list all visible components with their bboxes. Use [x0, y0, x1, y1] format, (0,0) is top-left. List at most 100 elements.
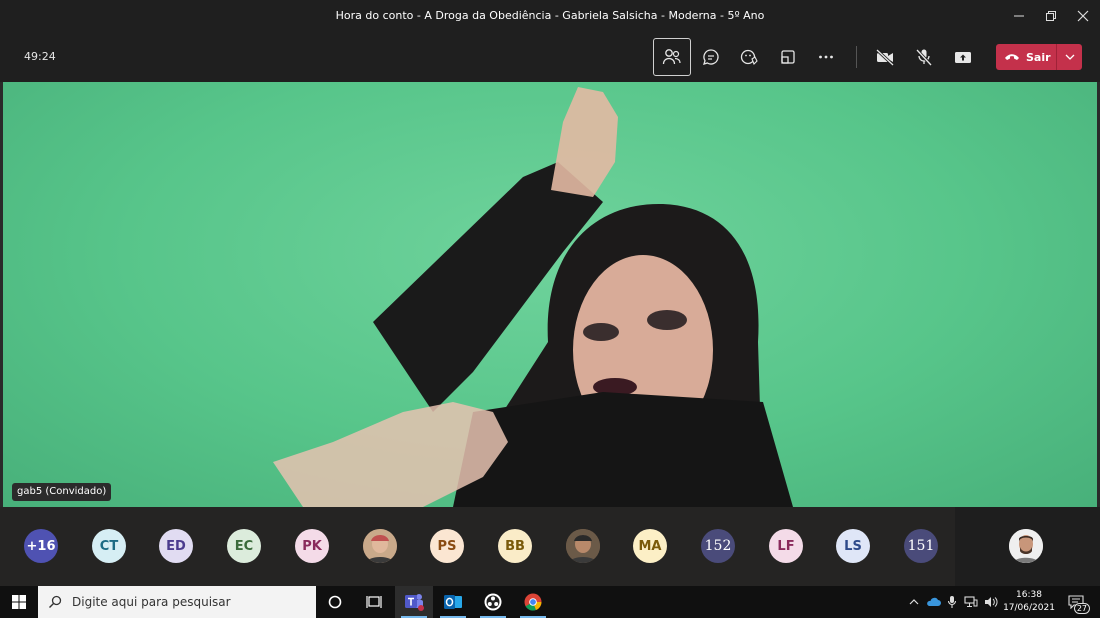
avatar-initials: +16 [26, 538, 56, 554]
start-button[interactable] [0, 586, 38, 618]
cortana-icon [328, 595, 342, 609]
minimize-button[interactable] [1003, 0, 1035, 32]
clock-time: 16:38 [1016, 590, 1042, 600]
restore-button[interactable] [1035, 0, 1067, 32]
rooms-icon [781, 50, 795, 64]
participants-icon [662, 49, 681, 65]
leave-button-main[interactable]: Sair [996, 44, 1056, 70]
chevron-up-icon [909, 599, 919, 605]
reactions-button[interactable] [730, 38, 768, 76]
avatar-initials: ED [166, 538, 186, 554]
avatar-initials: CT [99, 538, 119, 554]
avatar-initials: EC [234, 538, 254, 554]
participant-photo [363, 529, 397, 563]
outlook-icon [444, 595, 462, 609]
participant-photo [566, 529, 600, 563]
self-avatar [1009, 529, 1043, 563]
camera-off-icon [875, 48, 895, 66]
network-icon [964, 596, 978, 607]
share-icon [955, 52, 971, 63]
search-placeholder: Digite aqui para pesquisar [72, 595, 231, 609]
camera-toggle-button[interactable] [866, 38, 904, 76]
participant-avatar[interactable]: MA [633, 529, 667, 563]
leave-options-button[interactable] [1057, 44, 1082, 70]
avatar-initials: 151 [907, 538, 935, 554]
chat-icon [703, 49, 719, 65]
leave-label: Sair [1026, 50, 1051, 64]
clock-date: 17/06/2021 [1003, 603, 1055, 613]
network-tray-button[interactable] [962, 586, 980, 618]
teams-meeting-window: Hora do conto - A Droga da Obediência - … [0, 0, 1100, 618]
hang-up-icon [1005, 54, 1019, 60]
notification-count: 27 [1073, 603, 1090, 614]
show-hidden-icons-button[interactable] [905, 586, 923, 618]
participant-avatar[interactable]: PK [295, 529, 329, 563]
obs-icon [484, 593, 502, 611]
avatar-initials: LS [844, 538, 862, 554]
taskbar-search[interactable]: Digite aqui para pesquisar [38, 586, 316, 618]
avatar-initials: MA [638, 538, 662, 554]
task-view-icon [366, 596, 382, 608]
participant-photo-avatar[interactable] [566, 529, 600, 563]
avatar-initials: BB [505, 538, 525, 554]
microphone-tray-button[interactable] [943, 586, 961, 618]
participant-avatar[interactable]: PS [430, 529, 464, 563]
onedrive-tray-button[interactable] [924, 586, 942, 618]
share-screen-button[interactable] [944, 38, 982, 76]
close-icon [1077, 10, 1089, 22]
avatar-initials: 152 [704, 538, 732, 554]
cloud-icon [927, 597, 941, 606]
taskbar-clock[interactable]: 16:38 17/06/2021 [1002, 589, 1056, 615]
chevron-down-icon [1065, 54, 1074, 60]
participant-avatar[interactable]: 152 [701, 529, 735, 563]
outlook-taskbar-button[interactable] [434, 586, 472, 618]
obs-taskbar-button[interactable] [474, 586, 512, 618]
teams-icon [405, 594, 424, 611]
participant-avatar[interactable]: ED [159, 529, 193, 563]
chrome-taskbar-button[interactable] [514, 586, 552, 618]
meeting-timer: 49:24 [24, 50, 56, 63]
more-icon [819, 55, 833, 59]
search-icon [49, 595, 62, 608]
chat-button[interactable] [692, 38, 730, 76]
self-view[interactable] [955, 507, 1100, 586]
task-view-button[interactable] [355, 586, 393, 618]
mic-toggle-button[interactable] [905, 38, 943, 76]
participant-avatar[interactable]: LS [836, 529, 870, 563]
windows-taskbar: Digite aqui para pesquisar 16:38 17/06/2… [0, 586, 1100, 618]
minimize-icon [1014, 15, 1024, 17]
volume-tray-button[interactable] [981, 586, 1001, 618]
restore-icon [1046, 11, 1056, 21]
raise-hand-icon [740, 49, 758, 65]
presenter-video [273, 87, 793, 507]
participants-strip: +16 CT ED EC PK PS BB MA 152 LF LS 151 [0, 507, 1100, 586]
volume-icon [985, 597, 998, 607]
mic-off-icon [915, 48, 933, 66]
participant-photo-avatar[interactable] [363, 529, 397, 563]
participant-avatar[interactable]: BB [498, 529, 532, 563]
participant-avatar[interactable]: LF [769, 529, 803, 563]
breakout-rooms-button[interactable] [769, 38, 807, 76]
teams-taskbar-button[interactable] [395, 586, 433, 618]
toolbar-divider [856, 46, 857, 68]
windows-logo-icon [12, 595, 26, 609]
avatar-initials: PK [302, 538, 322, 554]
participant-name-tag: gab5 (Convidado) [12, 483, 112, 501]
title-bar: Hora do conto - A Droga da Obediência - … [0, 0, 1100, 32]
cortana-button[interactable] [316, 586, 354, 618]
participants-button[interactable] [653, 38, 691, 76]
avatar-initials: PS [437, 538, 457, 554]
participant-avatar[interactable]: +16 [24, 529, 58, 563]
meeting-toolbar: 49:24 Sair [0, 32, 1100, 82]
participant-avatar[interactable]: CT [92, 529, 126, 563]
leave-meeting-button[interactable]: Sair [996, 44, 1082, 70]
more-actions-button[interactable] [807, 38, 845, 76]
action-center-button[interactable]: 27 [1062, 586, 1090, 618]
video-feed: gab5 (Convidado) [3, 82, 1097, 507]
chrome-icon [524, 593, 542, 611]
participant-avatar[interactable]: EC [227, 529, 261, 563]
self-photo [1009, 529, 1043, 563]
close-window-button[interactable] [1067, 0, 1099, 32]
participant-avatar[interactable]: 151 [904, 529, 938, 563]
microphone-icon [947, 596, 957, 608]
